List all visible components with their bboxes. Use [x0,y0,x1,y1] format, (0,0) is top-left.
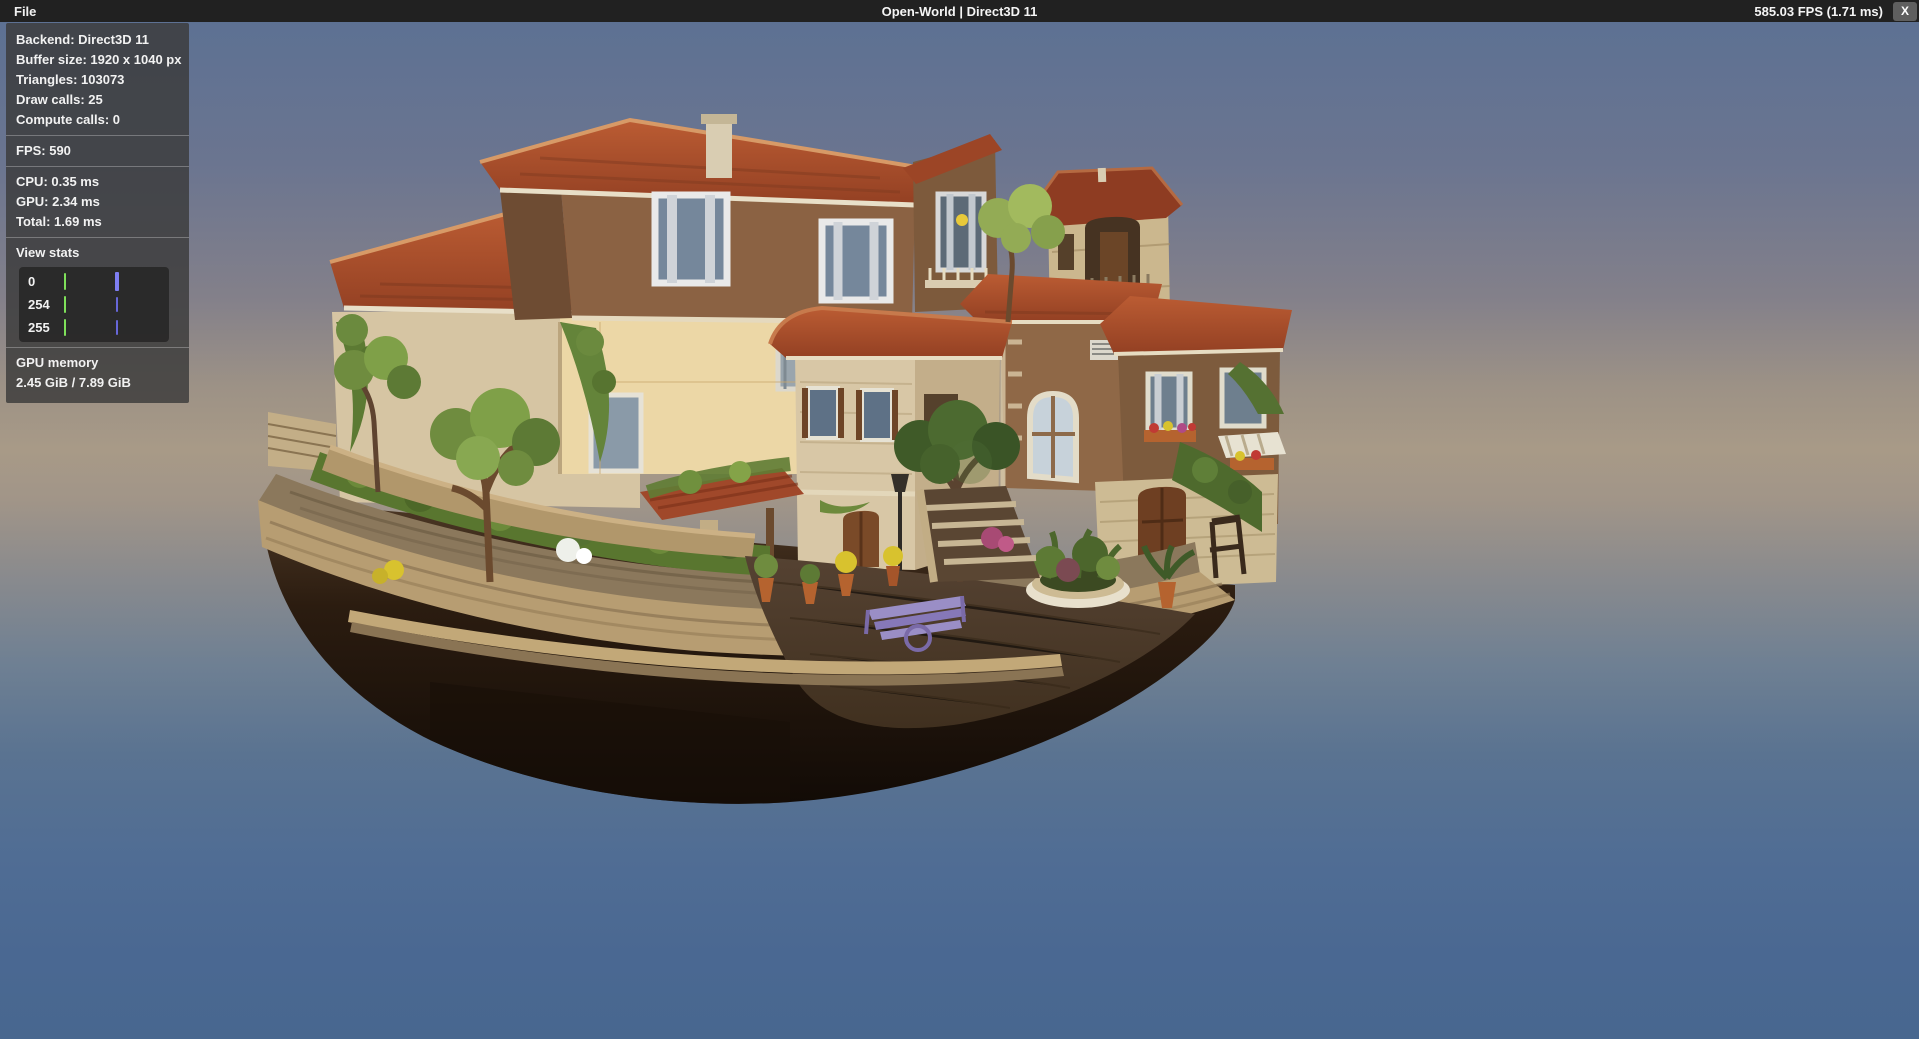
house-tall-brown [480,114,935,322]
stats-panel: Backend: Direct3D 11 Buffer size: 1920 x… [6,23,189,403]
stat-gpu: GPU: 2.34 ms [6,192,189,212]
application-window: Open-World | Direct3D 11 File 585.03 FPS… [0,0,1919,1039]
file-menu[interactable]: File [0,0,50,22]
separator [6,166,189,167]
viewport-3d[interactable] [0,22,1919,1039]
stat-compute-calls: Compute calls: 0 [6,110,189,130]
blue-tick-icon [116,320,118,335]
stat-buffer-size: Buffer size: 1920 x 1040 px [6,50,189,70]
window-title: Open-World | Direct3D 11 [0,4,1919,19]
separator [6,135,189,136]
view-stats-histogram: 0 254 255 [19,267,169,342]
blue-tick-icon [115,272,119,291]
separator [6,237,189,238]
gpu-memory-value: 2.45 GiB / 7.89 GiB [6,373,189,393]
histogram-row-label: 255 [19,318,50,338]
stat-draw-calls: Draw calls: 25 [6,90,189,110]
blue-tick-icon [116,297,118,312]
stat-cpu: CPU: 0.35 ms [6,172,189,192]
stat-total: Total: 1.69 ms [6,212,189,232]
close-button[interactable]: X [1893,2,1917,21]
gpu-memory-label: GPU memory [6,353,189,373]
histogram-row: 0 [19,270,169,293]
histogram-row: 255 [19,316,169,339]
stat-backend: Backend: Direct3D 11 [6,30,189,50]
menubar-right: 585.03 FPS (1.71 ms) X [1754,2,1919,21]
view-stats-label: View stats [6,243,189,263]
scene-render [0,22,1919,1039]
green-tick-icon [64,273,66,290]
close-icon: X [1901,4,1909,18]
stat-triangles: Triangles: 103073 [6,70,189,90]
histogram-row-label: 0 [19,272,35,292]
fps-display: 585.03 FPS (1.71 ms) [1754,4,1883,19]
stat-fps: FPS: 590 [6,141,189,161]
stairs-right [920,486,1040,582]
histogram-row-label: 254 [19,295,50,315]
menu-bar: Open-World | Direct3D 11 File 585.03 FPS… [0,0,1919,22]
histogram-row: 254 [19,293,169,316]
green-tick-icon [64,296,66,313]
green-tick-icon [64,319,66,336]
separator [6,347,189,348]
